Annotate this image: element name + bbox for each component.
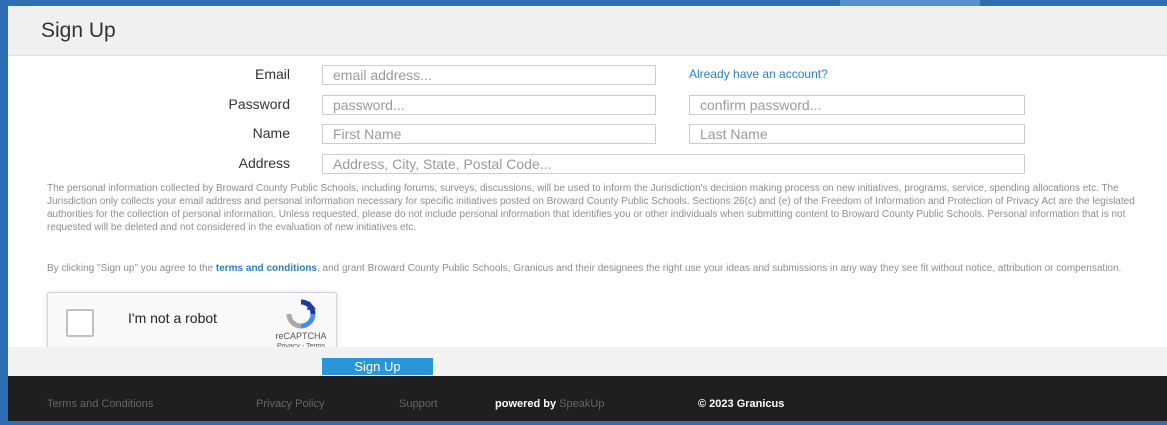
recaptcha-logo-icon [286, 299, 316, 329]
last-name-input[interactable] [689, 124, 1025, 144]
signup-panel: Sign Up Email Already have an account? P… [8, 6, 1167, 421]
consent-prefix: By clicking "Sign up" you agree to the [47, 263, 216, 274]
recaptcha-label: I'm not a robot [128, 310, 218, 326]
page-title: Sign Up [41, 19, 116, 42]
footer-terms-link[interactable]: Terms and Conditions [47, 398, 153, 410]
already-have-account-link[interactable]: Already have an account? [689, 67, 828, 81]
password-input[interactable] [322, 95, 656, 115]
powered-by-prefix: powered by [495, 398, 560, 410]
recaptcha-brand: reCAPTCHA [275, 331, 327, 341]
submit-band [8, 347, 1167, 377]
panel-header: Sign Up [8, 6, 1167, 56]
first-name-input[interactable] [322, 124, 656, 144]
consent-text: By clicking "Sign up" you agree to the t… [47, 262, 1147, 275]
password-label: Password [228, 96, 290, 112]
name-label: Name [252, 125, 290, 141]
speakup-link[interactable]: SpeakUp [559, 398, 604, 410]
sign-up-button[interactable]: Sign Up [322, 358, 433, 375]
privacy-disclaimer: The personal information collected by Br… [47, 183, 1135, 233]
consent-suffix: , and grant Broward County Public School… [317, 263, 1122, 274]
terms-and-conditions-link[interactable]: terms and conditions [216, 263, 317, 274]
address-label: Address [238, 155, 290, 171]
footer-support-link[interactable]: Support [399, 398, 438, 410]
footer-privacy-link[interactable]: Privacy Policy [256, 398, 324, 410]
copyright: © 2023 Granicus [698, 398, 785, 410]
powered-by: powered by SpeakUp [495, 398, 604, 410]
email-input[interactable] [322, 65, 656, 85]
email-label: Email [254, 66, 290, 82]
confirm-password-input[interactable] [689, 95, 1025, 115]
address-input[interactable] [322, 154, 1025, 174]
footer: Terms and Conditions Privacy Policy Supp… [8, 376, 1167, 421]
recaptcha-checkbox[interactable] [66, 309, 94, 337]
